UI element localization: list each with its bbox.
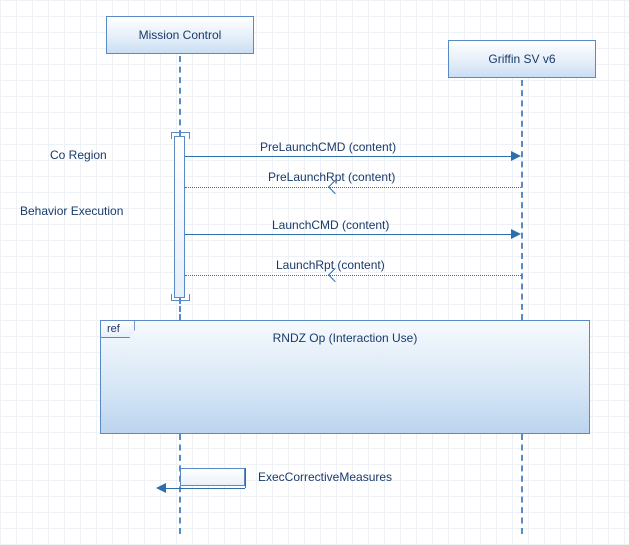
lifeline-line-mission-control-top — [179, 56, 181, 136]
msg-label-execcorrective: ExecCorrectiveMeasures — [258, 470, 392, 484]
interaction-use-title: RNDZ Op (Interaction Use) — [101, 331, 589, 345]
arrow-right-icon — [511, 151, 521, 161]
msg-line-launchrpt[interactable] — [185, 275, 521, 276]
co-region-label: Co Region — [50, 148, 107, 162]
msg-line-prelaunchrpt[interactable] — [185, 187, 521, 188]
behavior-execution-label: Behavior Execution — [20, 204, 123, 218]
lifeline-line-griffin-top — [521, 80, 523, 320]
behavior-execution-bar[interactable] — [174, 136, 185, 298]
lifeline-mission-control[interactable]: Mission Control — [106, 16, 254, 54]
self-msg-down — [245, 468, 246, 488]
arrow-right-icon — [511, 229, 521, 239]
msg-label-launchcmd: LaunchCMD (content) — [272, 218, 389, 232]
interaction-use-box[interactable]: ref RNDZ Op (Interaction Use) — [100, 320, 590, 434]
lifeline-line-mission-control-gap — [179, 298, 181, 320]
self-message-box[interactable] — [180, 468, 245, 486]
lifeline-griffin[interactable]: Griffin SV v6 — [448, 40, 596, 78]
lifeline-line-griffin-bot — [521, 434, 523, 534]
msg-line-launchcmd[interactable] — [185, 234, 513, 235]
coregion-bracket-bot — [171, 294, 190, 301]
self-msg-return[interactable] — [162, 488, 245, 489]
msg-label-launchrpt: LaunchRpt (content) — [276, 258, 385, 272]
lifeline-label: Griffin SV v6 — [488, 52, 555, 66]
lifeline-label: Mission Control — [139, 28, 222, 42]
arrow-left-solid-icon — [156, 483, 166, 493]
msg-label-prelaunchcmd: PreLaunchCMD (content) — [260, 140, 396, 154]
msg-line-prelaunchcmd[interactable] — [185, 156, 513, 157]
